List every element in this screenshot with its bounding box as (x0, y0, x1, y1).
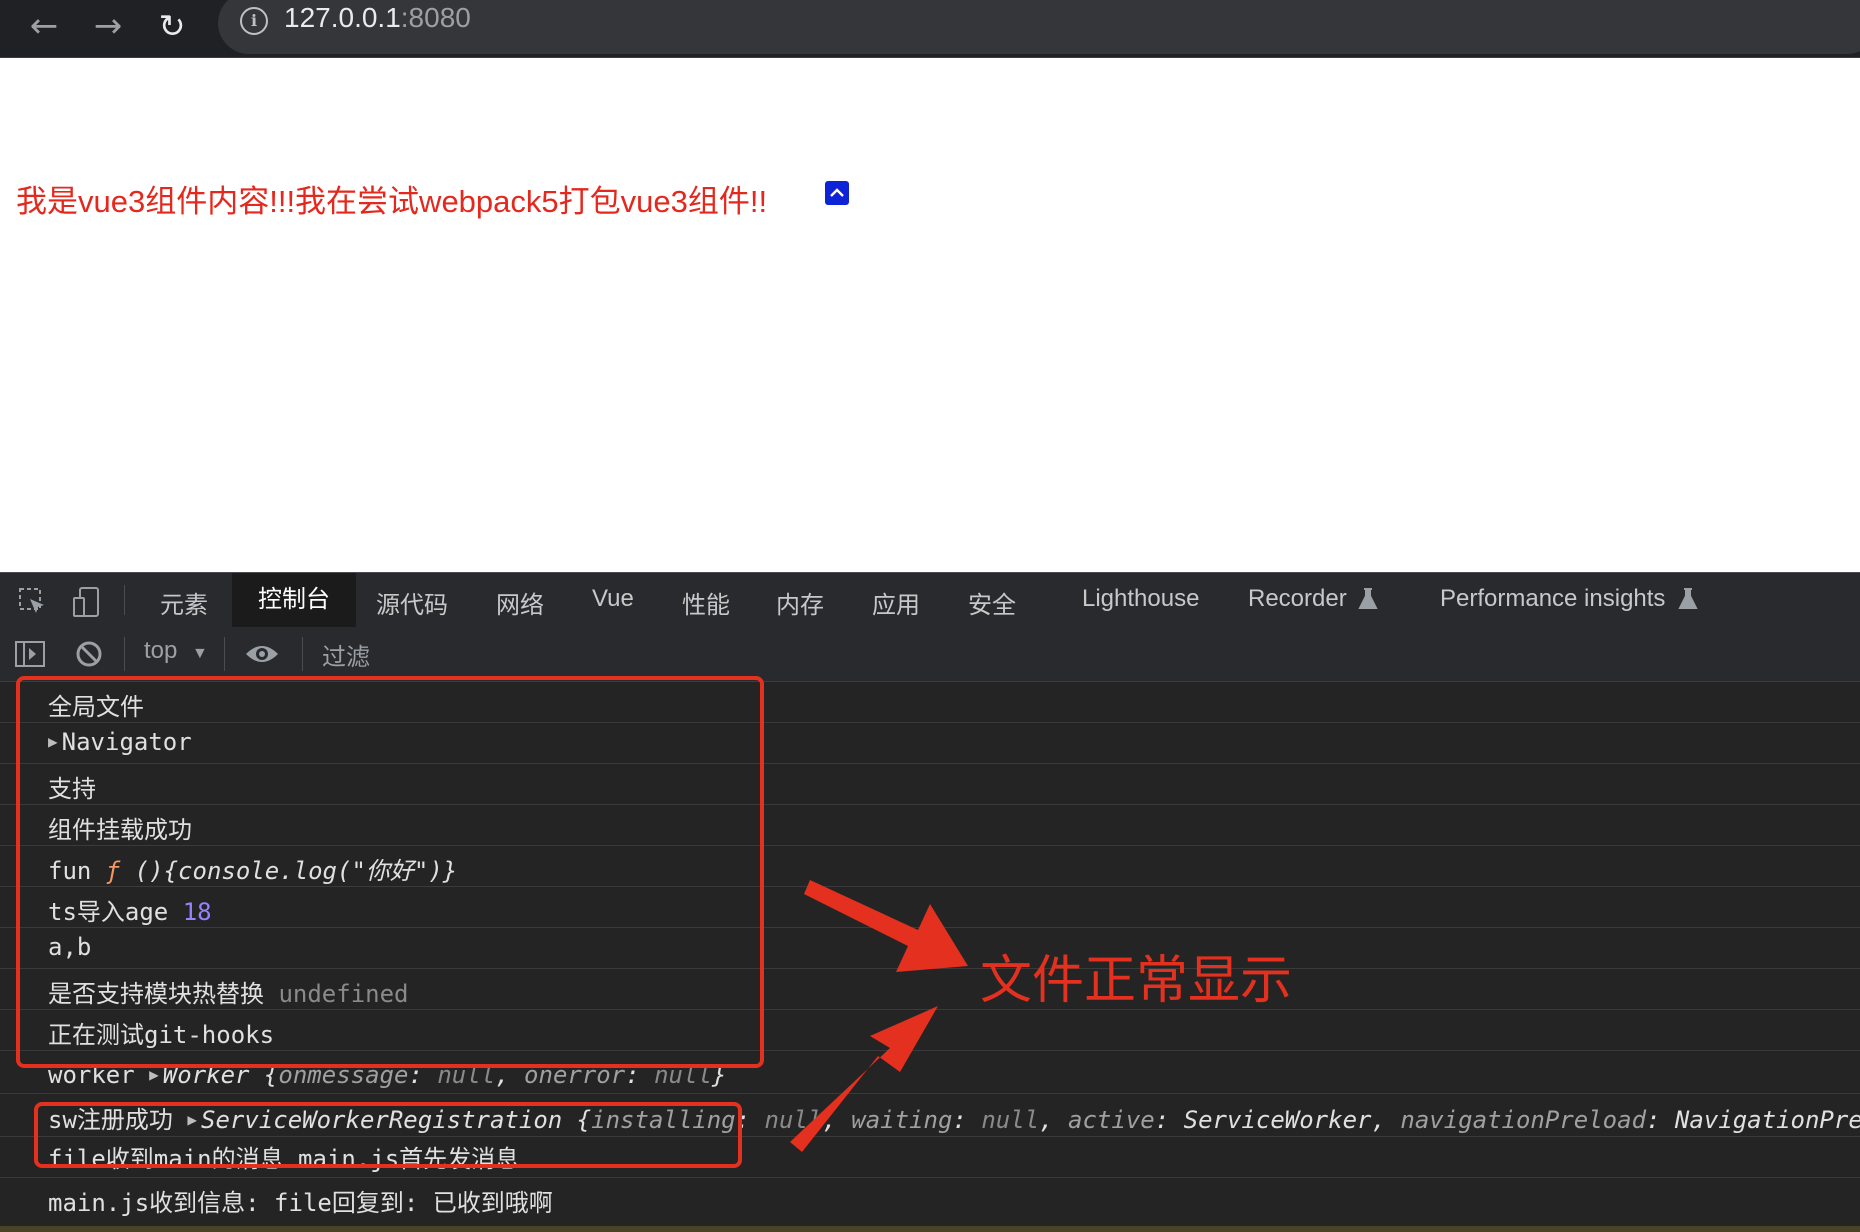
reload-icon[interactable]: ↻ (152, 6, 192, 46)
tab-memory[interactable]: 内存 (776, 585, 824, 620)
tab-divider (124, 585, 125, 615)
object-value: null (764, 1106, 823, 1134)
console-message: main.js收到信息: file回复到: 已收到哦啊 (0, 1178, 1860, 1218)
live-expression-eye-icon[interactable] (244, 641, 280, 667)
highlight-box (34, 1102, 742, 1168)
tab-network[interactable]: 网络 (496, 585, 544, 620)
context-selector[interactable]: top ▼ (144, 637, 208, 665)
url-port: :8080 (400, 2, 471, 33)
forward-icon[interactable]: → (88, 6, 128, 46)
experiment-flask-icon (1678, 588, 1698, 609)
url-host: 127.0.0.1 (284, 2, 401, 33)
tab-performance[interactable]: 性能 (682, 585, 730, 620)
browser-toolbar: ← → ↻ i 127.0.0.1:8080 (0, 0, 1860, 58)
tab-sources[interactable]: 源代码 (376, 585, 448, 620)
site-info-icon[interactable]: i (240, 7, 268, 35)
annotation-label: 文件正常显示 (980, 951, 1293, 1011)
devtools-tab-bar: 元素 控制台 源代码 网络 Vue 性能 内存 应用 安全 Lighthouse… (0, 572, 1860, 628)
experiment-flask-icon (1358, 588, 1378, 609)
console-toolbar: top ▼ 过滤 (0, 627, 1860, 682)
url-text[interactable]: 127.0.0.1:8080 (284, 2, 471, 34)
object-key: waiting (851, 1106, 953, 1134)
tab-console[interactable]: 控制台 (232, 573, 356, 627)
object-key: active (1068, 1106, 1155, 1134)
context-label: top (144, 637, 178, 664)
sidebar-toggle-icon[interactable] (14, 639, 46, 669)
tab-elements[interactable]: 元素 (160, 585, 208, 620)
console-bottom-border (0, 1226, 1860, 1232)
object-value: ServiceWorker (1183, 1106, 1372, 1134)
device-toolbar-icon[interactable] (70, 585, 104, 619)
object-key: navigationPreload (1400, 1106, 1647, 1134)
tab-performance-insights[interactable]: Performance insights (1440, 585, 1665, 613)
tab-security[interactable]: 安全 (968, 585, 1016, 620)
tab-vue[interactable]: Vue (592, 585, 634, 613)
filter-input[interactable]: 过滤 (322, 637, 370, 672)
object-value: NavigationPre (1674, 1106, 1860, 1134)
chevron-up-icon[interactable] (825, 181, 849, 205)
toolbar-divider (302, 637, 303, 671)
object-value: null (981, 1106, 1040, 1134)
clear-console-icon[interactable] (74, 639, 104, 669)
highlight-box (16, 676, 764, 1068)
toolbar-divider (124, 637, 125, 671)
toolbar-divider (224, 637, 225, 671)
back-icon[interactable]: ← (24, 6, 64, 46)
tab-recorder[interactable]: Recorder (1248, 585, 1347, 613)
dropdown-arrow-icon: ▼ (192, 645, 208, 662)
inspect-element-icon[interactable] (16, 585, 48, 617)
chevron-up-glyph (830, 188, 844, 197)
tab-lighthouse[interactable]: Lighthouse (1082, 585, 1199, 613)
message-text: main.js收到信息: file回复到: 已收到哦啊 (48, 1189, 553, 1217)
vue-component-text: 我是vue3组件内容!!!我在尝试webpack5打包vue3组件!! (16, 184, 768, 219)
tab-application[interactable]: 应用 (872, 585, 920, 620)
